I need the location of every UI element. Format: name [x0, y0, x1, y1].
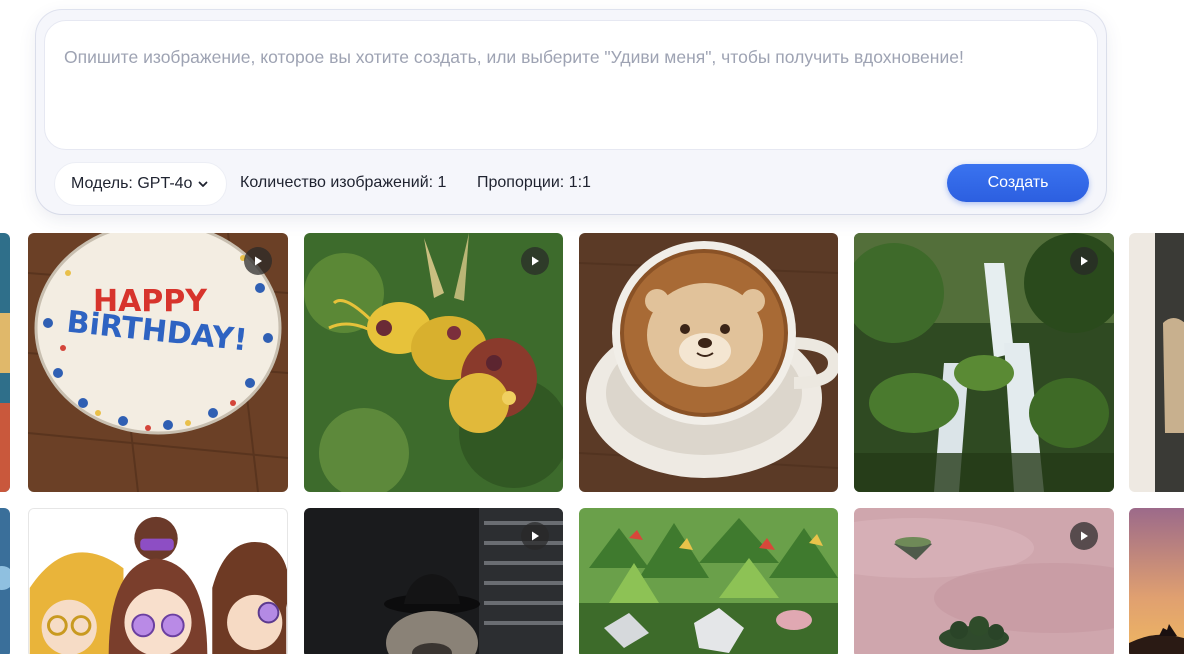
- create-button[interactable]: Создать: [947, 164, 1089, 202]
- origami-jungle-image: [579, 508, 838, 654]
- gallery-tile-noir-bulldog[interactable]: [304, 508, 563, 654]
- coat-image: [1129, 233, 1184, 492]
- gallery-tile-desert-sunset[interactable]: [1129, 508, 1184, 654]
- prompt-placeholder: Опишите изображение, которое вы хотите с…: [64, 47, 964, 67]
- prompt-input[interactable]: Опишите изображение, которое вы хотите с…: [44, 20, 1098, 150]
- play-icon: [532, 256, 539, 266]
- play-icon: [255, 256, 262, 266]
- aspect-ratio-setting[interactable]: Пропорции: 1:1: [477, 174, 591, 192]
- gallery-tile-anime-friends[interactable]: [28, 508, 288, 654]
- gallery-tile-floating-islands[interactable]: [854, 508, 1114, 654]
- desert-sunset-image: [1129, 508, 1184, 654]
- play-icon: [1081, 531, 1088, 541]
- prompt-panel: Опишите изображение, которое вы хотите с…: [36, 10, 1106, 214]
- controls-bar: Модель: GPT-4o Количество изображений: 1…: [36, 160, 1106, 206]
- image-count-setting[interactable]: Количество изображений: 1: [240, 174, 446, 192]
- gallery-tile-flower-bee[interactable]: [304, 233, 563, 492]
- gallery-tile-partial-left-2[interactable]: [0, 508, 10, 654]
- partial-image: [0, 233, 10, 492]
- gallery-tile-waterfall[interactable]: [854, 233, 1114, 492]
- play-button[interactable]: [1070, 522, 1098, 550]
- flower-bee-image: [304, 233, 563, 492]
- gallery-tile-partial-left[interactable]: [0, 233, 10, 492]
- play-button[interactable]: [244, 247, 272, 275]
- play-button[interactable]: [521, 247, 549, 275]
- gallery-tile-origami-jungle[interactable]: [579, 508, 838, 654]
- gallery-tile-birthday-cake[interactable]: HAPPY BiRTHDAY!: [28, 233, 288, 492]
- gallery-tile-otter-latte[interactable]: [579, 233, 838, 492]
- model-select-button[interactable]: Модель: GPT-4o: [54, 162, 228, 206]
- play-icon: [532, 531, 539, 541]
- otter-latte-image: [579, 233, 838, 492]
- play-button[interactable]: [1070, 247, 1098, 275]
- model-label: Модель: GPT-4o: [71, 175, 193, 192]
- play-button[interactable]: [521, 522, 549, 550]
- play-icon: [1081, 256, 1088, 266]
- chevron-down-icon: [199, 181, 208, 187]
- gallery-tile-coat-partial[interactable]: [1129, 233, 1184, 492]
- partial-image: [0, 508, 10, 654]
- page: Опишите изображение, которое вы хотите с…: [0, 0, 1184, 654]
- anime-friends-image: [29, 509, 287, 654]
